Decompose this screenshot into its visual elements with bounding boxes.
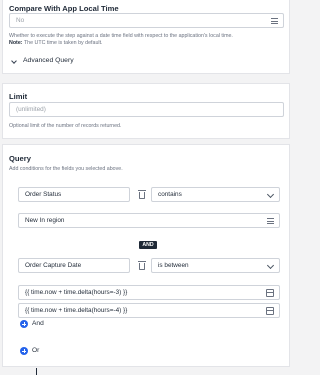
- add-or-icon[interactable]: [20, 347, 28, 355]
- condition-field-select[interactable]: Order Status: [18, 187, 130, 202]
- trash-icon[interactable]: [138, 190, 146, 199]
- add-and-button[interactable]: And: [32, 320, 44, 327]
- menu-icon: [271, 18, 278, 24]
- and-joiner-badge: AND: [139, 241, 157, 249]
- query-label: Query: [9, 154, 31, 163]
- chevron-down-icon: [266, 190, 275, 199]
- calendar-icon[interactable]: [266, 289, 274, 297]
- trash-icon[interactable]: [138, 261, 146, 270]
- limit-placeholder: (unlimited): [16, 106, 46, 113]
- limit-help: Optional limit of the number of records …: [9, 123, 122, 129]
- query-help: Add conditions for the fields you select…: [9, 166, 123, 172]
- compare-value: No: [16, 17, 25, 24]
- limit-section: Limit (unlimited) Optional limit of the …: [2, 83, 290, 139]
- connector-line: [36, 368, 37, 375]
- limit-label: Limit: [9, 92, 28, 101]
- range-from-input[interactable]: {{ time.now + time.delta(hours=-3) }}: [18, 285, 280, 300]
- compare-select[interactable]: No: [9, 13, 284, 28]
- range-to-input[interactable]: {{ time.now + time.delta(hours=-4) }}: [18, 303, 280, 318]
- condition-operator-select[interactable]: is between: [151, 258, 280, 273]
- condition-value-input[interactable]: New In region: [18, 213, 280, 228]
- chevron-down-icon: [266, 261, 275, 270]
- menu-icon: [267, 218, 274, 224]
- compare-label: Compare With App Local Time: [9, 4, 119, 13]
- add-or-button[interactable]: Or: [32, 347, 39, 354]
- advanced-query-toggle[interactable]: Advanced Query: [23, 57, 74, 64]
- query-section: Query Add conditions for the fields you …: [2, 144, 290, 367]
- compare-help: Whether to execute the step against a da…: [9, 33, 233, 46]
- chevron-down-icon[interactable]: [11, 58, 17, 64]
- limit-input[interactable]: (unlimited): [9, 102, 284, 117]
- calendar-icon[interactable]: [266, 307, 274, 315]
- condition-field-select[interactable]: Order Capture Date: [18, 258, 130, 273]
- condition-operator-select[interactable]: contains: [151, 187, 280, 202]
- add-and-icon[interactable]: [20, 320, 28, 328]
- compare-section: Compare With App Local Time No Whether t…: [2, 0, 290, 74]
